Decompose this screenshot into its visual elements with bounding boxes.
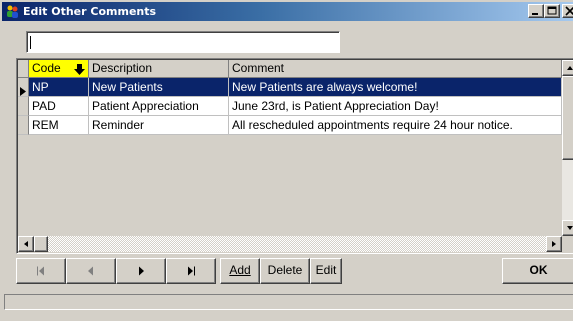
column-header-label: Description: [92, 61, 153, 75]
scroll-up-button[interactable]: [562, 60, 573, 76]
horizontal-scroll-thumb[interactable]: [34, 236, 48, 252]
row-indicator: [18, 78, 29, 97]
window-title: Edit Other Comments: [23, 5, 157, 18]
scroll-down-button[interactable]: [562, 220, 573, 236]
column-header-comment[interactable]: Comment: [229, 60, 562, 78]
title-bar[interactable]: Edit Other Comments: [2, 2, 573, 21]
grid-header: Code Description Comment: [18, 60, 573, 78]
header-indicator-cell: [18, 60, 29, 78]
cell-code[interactable]: PAD: [29, 97, 89, 116]
minimize-button[interactable]: [528, 4, 544, 18]
add-button-label: Add: [229, 263, 251, 277]
people-icon: [5, 4, 20, 19]
vertical-scrollbar[interactable]: [562, 60, 573, 236]
table-row[interactable]: REM Reminder All rescheduled appointment…: [18, 116, 562, 135]
edit-button[interactable]: Edit: [310, 258, 342, 284]
cell-code[interactable]: REM: [29, 116, 89, 135]
column-header-label: Comment: [232, 61, 285, 75]
scroll-left-button[interactable]: [18, 236, 34, 252]
table-row[interactable]: PAD Patient Appreciation June 23rd, is P…: [18, 97, 562, 116]
table-row[interactable]: NP New Patients New Patients are always …: [18, 78, 562, 97]
delete-button-label: Delete: [267, 263, 303, 277]
cell-comment[interactable]: All rescheduled appointments require 24 …: [229, 116, 562, 135]
cell-description[interactable]: Reminder: [89, 116, 229, 135]
ok-button[interactable]: OK: [502, 258, 573, 284]
scroll-right-button[interactable]: [546, 236, 562, 252]
cell-code[interactable]: NP: [29, 78, 89, 97]
column-header-description[interactable]: Description: [89, 60, 229, 78]
delete-button[interactable]: Delete: [260, 258, 310, 284]
first-record-button[interactable]: [16, 258, 66, 284]
ok-button-label: OK: [529, 263, 548, 277]
edit-button-label: Edit: [315, 263, 337, 277]
scrollbar-corner: [562, 236, 573, 252]
edit-other-comments-window: Edit Other Comments Code Description Com…: [0, 0, 573, 321]
record-navigator: Add Delete Edit: [16, 258, 342, 284]
next-record-button[interactable]: [116, 258, 166, 284]
column-header-code[interactable]: Code: [29, 60, 89, 78]
row-indicator: [18, 97, 29, 116]
prev-record-button[interactable]: [66, 258, 116, 284]
cell-description[interactable]: New Patients: [89, 78, 229, 97]
row-indicator: [18, 116, 29, 135]
cell-comment[interactable]: New Patients are always welcome!: [229, 78, 562, 97]
vertical-scroll-thumb[interactable]: [562, 76, 573, 160]
last-record-button[interactable]: [166, 258, 216, 284]
triangle-right-icon: [20, 83, 26, 96]
comments-grid[interactable]: Code Description Comment NP New Patients…: [16, 58, 573, 254]
search-input[interactable]: [26, 31, 340, 53]
column-header-label: Code: [32, 61, 61, 75]
text-caret: [30, 36, 31, 49]
horizontal-scrollbar[interactable]: [18, 236, 562, 252]
add-button[interactable]: Add: [220, 258, 260, 284]
arrow-down-icon: [74, 63, 85, 77]
status-bar: [4, 294, 573, 310]
close-button[interactable]: [562, 4, 573, 18]
cell-comment[interactable]: June 23rd, is Patient Appreciation Day!: [229, 97, 562, 116]
maximize-button[interactable]: [544, 4, 560, 18]
cell-description[interactable]: Patient Appreciation: [89, 97, 229, 116]
